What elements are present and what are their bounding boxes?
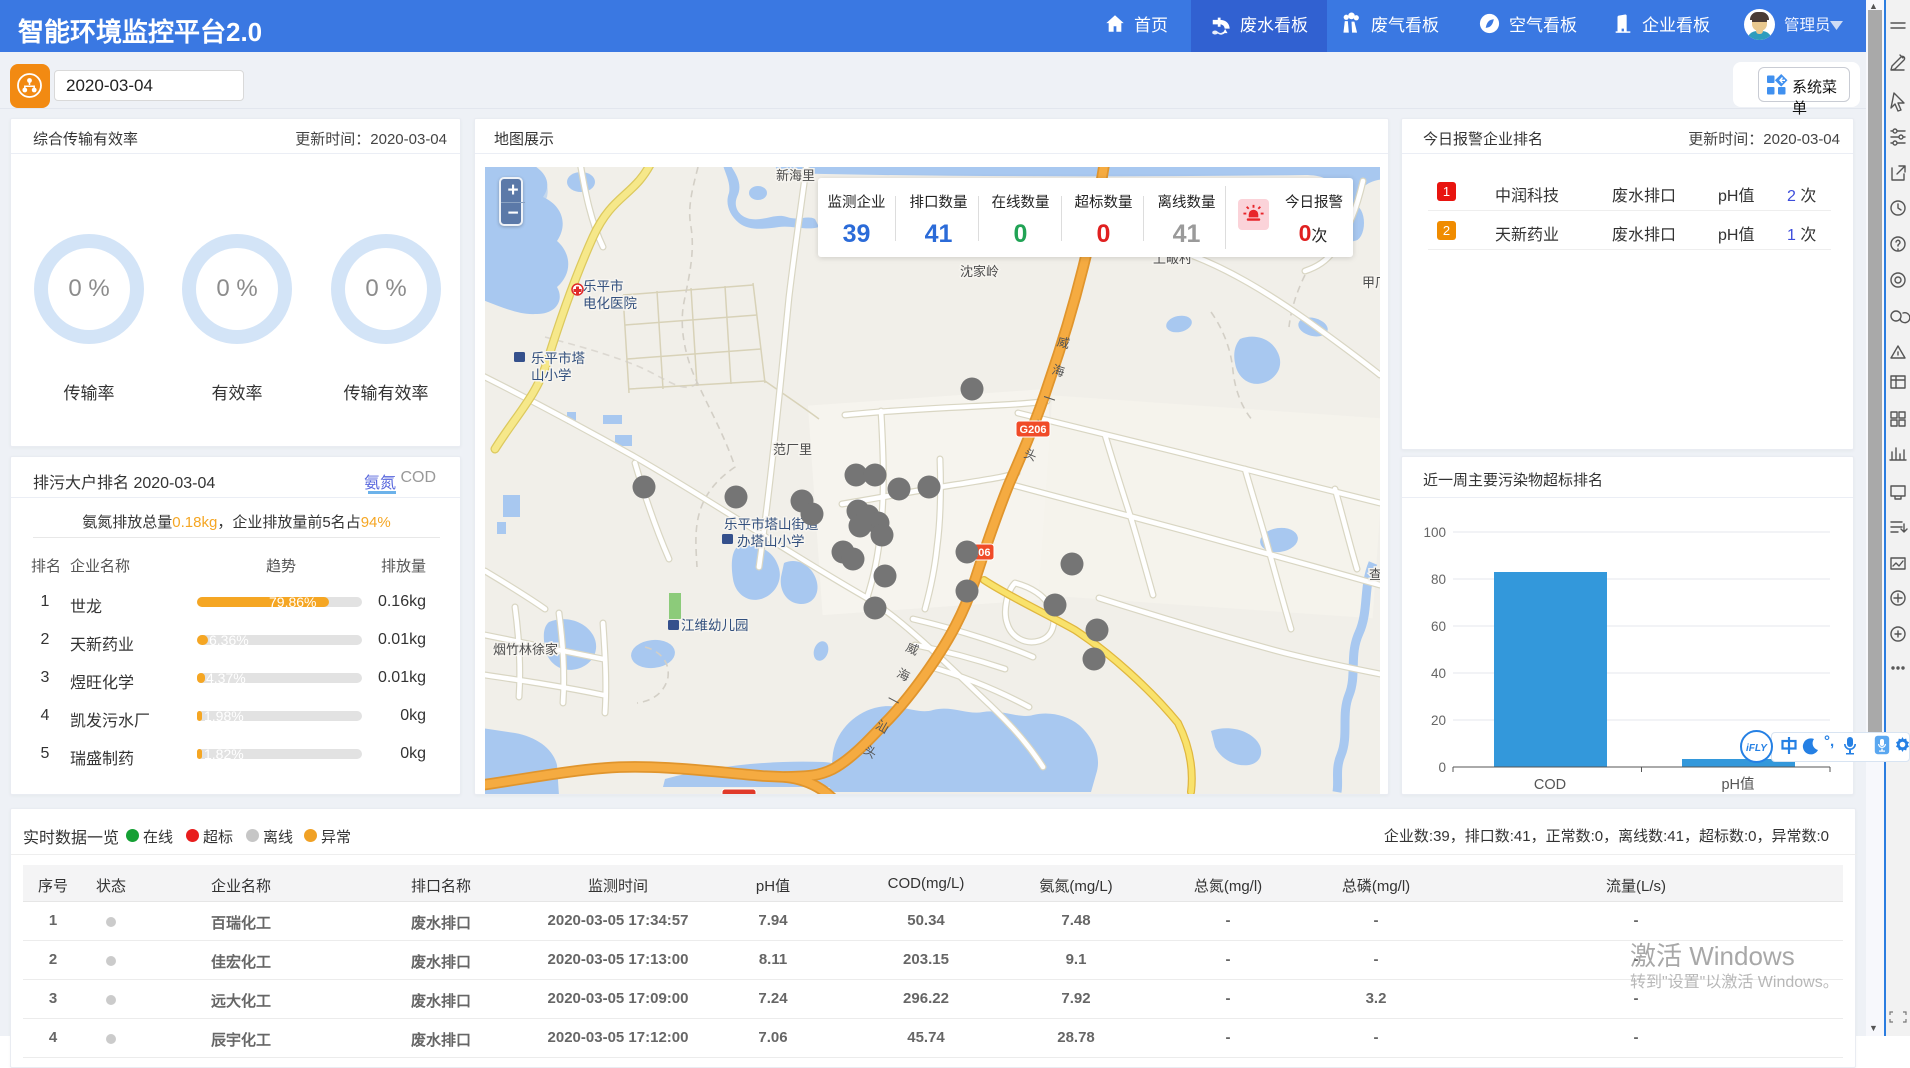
svg-text:乐平市塔: 乐平市塔 bbox=[531, 350, 585, 366]
svg-text:0: 0 bbox=[1438, 760, 1446, 775]
svg-text:电化医院: 电化医院 bbox=[583, 296, 637, 311]
svg-text:乐平市: 乐平市 bbox=[583, 278, 624, 294]
svg-text:沈家岭: 沈家岭 bbox=[960, 264, 999, 279]
svg-text:范厂里: 范厂里 bbox=[773, 442, 812, 457]
svg-text:G206: G206 bbox=[1020, 424, 1047, 436]
svg-text:甲厂: 甲厂 bbox=[1362, 275, 1380, 290]
svg-text:20: 20 bbox=[1431, 713, 1446, 728]
svg-text:查家: 查家 bbox=[1369, 567, 1380, 582]
svg-text:80: 80 bbox=[1431, 572, 1446, 587]
svg-text:江维幼儿园: 江维幼儿园 bbox=[681, 618, 749, 633]
svg-text:pH值: pH值 bbox=[1721, 776, 1754, 793]
svg-text:山小学: 山小学 bbox=[531, 368, 572, 383]
svg-text:40: 40 bbox=[1431, 666, 1446, 681]
svg-text:烟竹林徐家: 烟竹林徐家 bbox=[493, 642, 558, 657]
svg-text:办塔山小学: 办塔山小学 bbox=[737, 534, 805, 549]
svg-text:新海里: 新海里 bbox=[776, 168, 815, 183]
svg-text:100: 100 bbox=[1423, 525, 1446, 540]
svg-text:COD: COD bbox=[1534, 777, 1566, 793]
svg-text:60: 60 bbox=[1431, 619, 1446, 634]
